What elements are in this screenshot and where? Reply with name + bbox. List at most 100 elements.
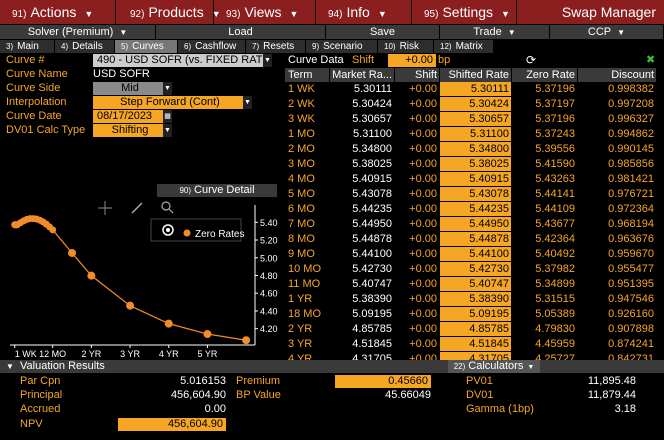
- col-shifted-rate[interactable]: Shifted Rate: [440, 68, 512, 82]
- cell-shifted-rate[interactable]: 5.43078: [440, 187, 512, 202]
- trade-button[interactable]: Trade ▼: [440, 25, 550, 39]
- pv01-label: PV01: [466, 375, 493, 387]
- interpolation-label: Interpolation: [6, 96, 67, 108]
- chevron-down-icon[interactable]: ▼: [263, 54, 272, 67]
- cell-shifted-rate[interactable]: 5.38390: [440, 292, 512, 307]
- tab-matrix[interactable]: 12) Matrix: [434, 40, 494, 53]
- menu-actions[interactable]: 91) Actions ▼: [0, 0, 116, 24]
- calculators-button[interactable]: 22) Calculators ▼: [448, 360, 540, 373]
- chevron-down-icon[interactable]: ▼: [243, 96, 252, 109]
- table-row[interactable]: 8 MO 5.44878 +0.00 5.44878 5.42364 0.963676: [285, 232, 657, 247]
- solver-button[interactable]: Solver (Premium) ▼: [0, 25, 156, 39]
- zero-rate-point: [164, 319, 173, 328]
- cell-discount: 0.968194: [578, 217, 657, 232]
- cell-shifted-rate[interactable]: 5.44235: [440, 202, 512, 217]
- pencil-icon[interactable]: [131, 202, 143, 214]
- table-row[interactable]: 1 MO 5.31100 +0.00 5.31100 5.37243 0.994862: [285, 127, 657, 142]
- cell-shifted-rate[interactable]: 5.44878: [440, 232, 512, 247]
- menu-views[interactable]: 93) Views ▼: [214, 0, 316, 24]
- col-shift[interactable]: Shift: [395, 68, 440, 82]
- cell-shifted-rate[interactable]: 4.85785: [440, 322, 512, 337]
- col-term[interactable]: Term: [285, 68, 330, 82]
- table-row[interactable]: 7 MO 5.44950 +0.00 5.44950 5.43677 0.968194: [285, 217, 657, 232]
- calendar-icon[interactable]: ▦: [163, 110, 172, 123]
- cell-shifted-rate[interactable]: 5.42730: [440, 262, 512, 277]
- curve-side-select[interactable]: Mid: [93, 82, 163, 95]
- chevron-down-icon[interactable]: ▼: [163, 82, 172, 95]
- crosshair-icon[interactable]: [98, 201, 112, 215]
- cell-market-rate: 5.31100: [330, 127, 395, 142]
- tab-resets[interactable]: 7) Resets: [246, 40, 306, 53]
- table-row[interactable]: 2 MO 5.34800 +0.00 5.34800 5.39556 0.990145: [285, 142, 657, 157]
- cell-term: 2 MO: [285, 142, 330, 157]
- gamma-label: Gamma (1bp): [466, 403, 534, 415]
- table-row[interactable]: 2 YR 4.85785 +0.00 4.85785 4.79830 0.907898: [285, 322, 657, 337]
- menu-settings[interactable]: 95) Settings ▼: [412, 0, 517, 24]
- table-row[interactable]: 1 YR 5.38390 +0.00 5.38390 5.31515 0.947546: [285, 292, 657, 307]
- table-row[interactable]: 18 MO 5.09195 +0.00 5.09195 5.05389 0.926160: [285, 307, 657, 322]
- cell-shifted-rate[interactable]: 5.30111: [440, 82, 512, 97]
- tab-main[interactable]: 3) Main: [0, 40, 55, 53]
- table-row[interactable]: 3 WK 5.30657 +0.00 5.30657 5.37196 0.996327: [285, 112, 657, 127]
- menu-products[interactable]: 92) Products ▼: [118, 0, 221, 24]
- table-row[interactable]: 3 MO 5.38025 +0.00 5.38025 5.41590 0.985856: [285, 157, 657, 172]
- table-row[interactable]: 11 MO 5.40747 +0.00 5.40747 5.34899 0.951395: [285, 277, 657, 292]
- cell-shifted-rate[interactable]: 5.44950: [440, 217, 512, 232]
- cell-shifted-rate[interactable]: 5.30657: [440, 112, 512, 127]
- npv-input[interactable]: 456,604.90: [118, 418, 226, 431]
- table-row[interactable]: 1 WK 5.30111 +0.00 5.30111 5.37196 0.998382: [285, 82, 657, 97]
- col-discount[interactable]: Discount: [578, 68, 657, 82]
- zero-rate-point: [126, 301, 135, 310]
- load-button[interactable]: Load: [156, 25, 326, 39]
- tab-curves[interactable]: 5) Curves: [115, 40, 178, 53]
- cell-shifted-rate[interactable]: 5.30424: [440, 97, 512, 112]
- collapse-icon[interactable]: ▼: [6, 360, 14, 373]
- shift-input[interactable]: +0.00: [388, 54, 436, 67]
- cell-shifted-rate[interactable]: 4.51845: [440, 337, 512, 352]
- premium-input[interactable]: 0.45660: [335, 375, 431, 388]
- cell-discount: 0.963676: [578, 232, 657, 247]
- table-row[interactable]: 3 YR 4.51845 +0.00 4.51845 4.45959 0.874241: [285, 337, 657, 352]
- zoom-icon[interactable]: [161, 201, 174, 214]
- interpolation-select[interactable]: Step Forward (Cont): [93, 96, 243, 109]
- npv-label: NPV: [20, 418, 43, 430]
- tab-risk[interactable]: 10) Risk: [378, 40, 434, 53]
- curve-num-label: Curve #: [6, 54, 45, 66]
- refresh-icon[interactable]: ⟳: [526, 53, 536, 67]
- export-excel-icon[interactable]: ✖: [646, 53, 655, 66]
- cell-market-rate: 5.40747: [330, 277, 395, 292]
- cell-shifted-rate[interactable]: 5.38025: [440, 157, 512, 172]
- chevron-down-icon: ▼: [501, 9, 510, 19]
- cell-shifted-rate[interactable]: 5.40747: [440, 277, 512, 292]
- table-row[interactable]: 9 MO 5.44100 +0.00 5.44100 5.40492 0.959670: [285, 247, 657, 262]
- cell-market-rate: 5.44950: [330, 217, 395, 232]
- cell-shifted-rate[interactable]: 5.34800: [440, 142, 512, 157]
- cell-shifted-rate[interactable]: 5.09195: [440, 307, 512, 322]
- menu-info[interactable]: 94) Info ▼: [316, 0, 412, 24]
- table-row[interactable]: 10 MO 5.42730 +0.00 5.42730 5.37982 0.955477: [285, 262, 657, 277]
- ccp-button[interactable]: CCP ▼: [550, 25, 664, 39]
- cell-term: 6 MO: [285, 202, 330, 217]
- curve-num-field[interactable]: 490 - USD SOFR (vs. FIXED RATE: [93, 54, 263, 67]
- tab-details[interactable]: 4) Details: [55, 40, 115, 53]
- curve-detail-button[interactable]: 90) Curve Detail: [157, 184, 277, 197]
- cell-shifted-rate[interactable]: 5.31100: [440, 127, 512, 142]
- dv01-calc-select[interactable]: Shifting: [93, 124, 163, 137]
- curve-date-input[interactable]: 08/17/2023: [93, 110, 163, 123]
- table-row[interactable]: 4 MO 5.40915 +0.00 5.40915 5.43263 0.981421: [285, 172, 657, 187]
- cell-zero-rate: 5.41590: [512, 157, 578, 172]
- table-row[interactable]: 5 MO 5.43078 +0.00 5.43078 5.44141 0.976721: [285, 187, 657, 202]
- table-row[interactable]: 6 MO 5.44235 +0.00 5.44235 5.44109 0.972364: [285, 202, 657, 217]
- chevron-down-icon: ▼: [527, 364, 535, 371]
- col-market-rate[interactable]: Market Ra...: [330, 68, 395, 82]
- save-button[interactable]: Save: [326, 25, 440, 39]
- chevron-down-icon[interactable]: ▼: [163, 124, 172, 137]
- cell-shifted-rate[interactable]: 5.44100: [440, 247, 512, 262]
- tab-scenario[interactable]: 9) Scenario: [306, 40, 378, 53]
- tab-cashflow[interactable]: 6) Cashflow: [178, 40, 246, 53]
- cell-discount: 0.996327: [578, 112, 657, 127]
- cell-shifted-rate[interactable]: 5.40915: [440, 172, 512, 187]
- cell-shift: +0.00: [395, 307, 440, 322]
- col-zero-rate[interactable]: Zero Rate: [512, 68, 578, 82]
- table-row[interactable]: 2 WK 5.30424 +0.00 5.30424 5.37197 0.997208: [285, 97, 657, 112]
